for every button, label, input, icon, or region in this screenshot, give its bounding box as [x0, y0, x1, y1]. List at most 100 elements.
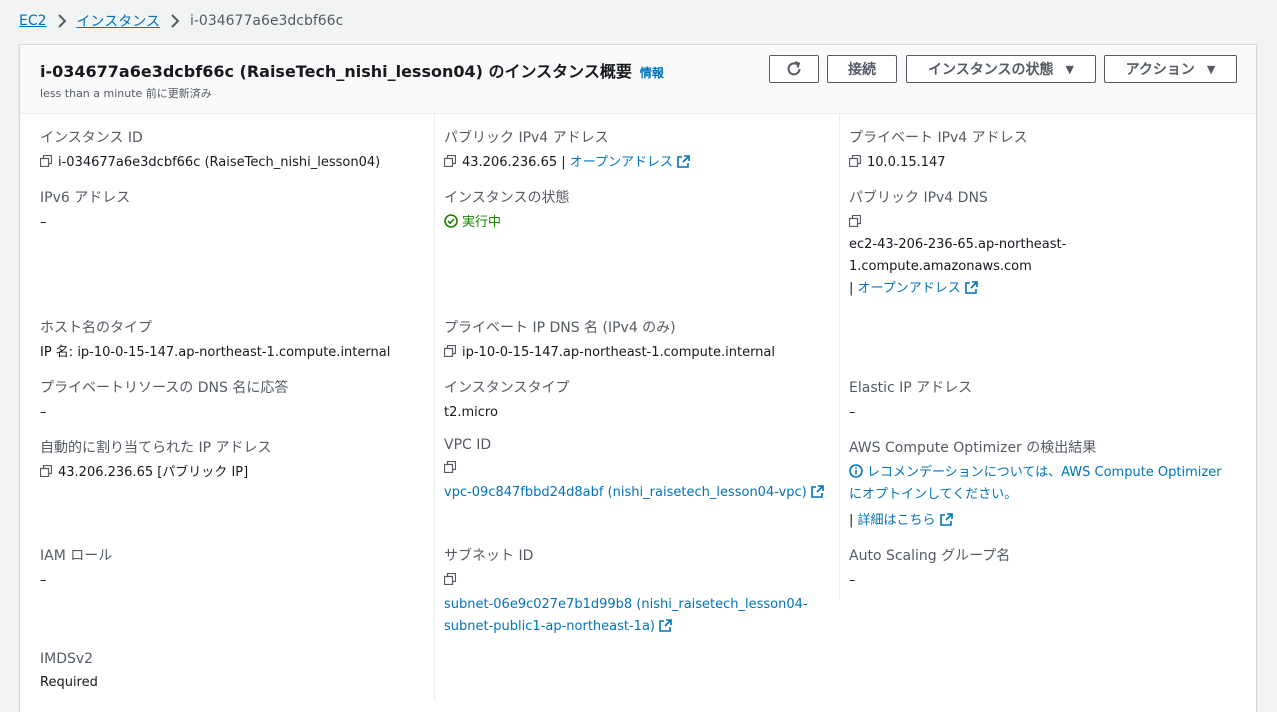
field-value: 10.0.15.147: [849, 152, 1028, 174]
separator: |: [849, 513, 858, 528]
field-value: 43.206.236.65 | オープンアドレス: [444, 152, 690, 174]
copy-icon[interactable]: [849, 215, 861, 227]
copy-icon[interactable]: [40, 465, 52, 477]
external-link-icon[interactable]: [810, 485, 824, 498]
detail-public-ipv4: パブリック IPv4 アドレス 43.206.236.65 | オープンアドレス: [444, 127, 690, 174]
field-value: ip-10-0-15-147.ap-northeast-1.compute.in…: [444, 342, 775, 364]
instance-state-dropdown-label: インスタンスの状態: [928, 62, 1054, 78]
last-updated-text: less than a minute 前に更新済み: [40, 87, 212, 100]
detail-private-ipv4: プライベート IPv4 アドレス 10.0.15.147: [849, 127, 1028, 174]
private-dns-value: ip-10-0-15-147.ap-northeast-1.compute.in…: [462, 345, 776, 360]
field-value: subnet-06e9c027e7b1d99b8 (nishi_raisetec…: [444, 570, 808, 638]
open-address-link[interactable]: オープンアドレス: [858, 281, 961, 296]
detail-private-resource-dns: プライベートリソースの DNS 名に応答 –: [40, 377, 288, 424]
field-label: VPC ID: [444, 437, 492, 453]
field-label: パブリック IPv4 DNS: [849, 190, 988, 206]
field-label: ホスト名のタイプ: [40, 320, 152, 336]
panel-header: i-034677a6e3dcbf66c (RaiseTech_nishi_les…: [20, 45, 1256, 114]
field-value: vpc-09c847fbbd24d8abf (nishi_raisetech_l…: [444, 458, 824, 504]
caret-down-icon: ▼: [1206, 62, 1216, 76]
detail-iam-role: IAM ロール –: [40, 545, 112, 592]
detail-public-dns: パブリック IPv4 DNS ec2-43-206-236-65.ap-nort…: [849, 187, 1249, 300]
page-title-text: i-034677a6e3dcbf66c (RaiseTech_nishi_les…: [40, 62, 632, 81]
field-label: 自動的に割り当てられた IP アドレス: [40, 440, 272, 456]
separator: |: [557, 155, 570, 170]
refresh-icon: [787, 61, 801, 76]
detail-auto-ip: 自動的に割り当てられた IP アドレス 43.206.236.65 [パブリック…: [40, 437, 271, 484]
chevron-right-icon: [57, 14, 67, 28]
breadcrumb-instances[interactable]: インスタンス: [77, 11, 160, 31]
external-link-icon[interactable]: [964, 281, 978, 294]
external-link-icon[interactable]: [659, 619, 672, 632]
detail-vpc-id: VPC ID vpc-09c847fbbd24d8abf (nishi_rais…: [444, 437, 824, 504]
detail-subnet-id: サブネット ID subnet-06e9c027e7b1d99b8 (nishi…: [444, 545, 808, 638]
column-divider: [839, 114, 840, 601]
detail-instance-type: インスタンスタイプ t2.micro: [444, 377, 569, 424]
subnet-id-link-line1[interactable]: subnet-06e9c027e7b1d99b8 (nishi_raisetec…: [444, 597, 808, 612]
field-label: プライベートリソースの DNS 名に応答: [40, 380, 289, 396]
refresh-button[interactable]: [769, 55, 819, 83]
field-value: ec2-43-206-236-65.ap-northeast- 1.comput…: [849, 212, 1249, 300]
copy-icon[interactable]: [444, 573, 456, 585]
detail-instance-state: インスタンスの状態 実行中: [444, 187, 569, 234]
instance-id-value: i-034677a6e3dcbf66c (RaiseTech_nishi_les…: [58, 155, 381, 170]
elastic-ip-value: –: [849, 405, 856, 420]
detail-ipv6: IPv6 アドレス –: [40, 187, 130, 234]
copy-icon[interactable]: [444, 345, 456, 357]
chevron-right-icon: [170, 14, 180, 28]
field-label: IMDSv2: [40, 651, 94, 667]
auto-ip-value: 43.206.236.65 [パブリック IP]: [58, 465, 249, 480]
breadcrumb-ec2[interactable]: EC2: [19, 13, 47, 29]
external-link-icon[interactable]: [939, 513, 953, 526]
field-value: i-034677a6e3dcbf66c (RaiseTech_nishi_les…: [40, 152, 380, 174]
private-ipv4-value: 10.0.15.147: [867, 155, 946, 170]
optimizer-text-line1[interactable]: レコメンデーションについては、AWS Compute Optimizer: [867, 465, 1222, 480]
field-value: レコメンデーションについては、AWS Compute Optimizer にオプ…: [849, 462, 1249, 532]
learn-more-link[interactable]: 詳細はこちら: [858, 513, 936, 528]
optimizer-text-line2[interactable]: にオプトインしてください。: [849, 484, 1249, 506]
detail-elastic-ip: Elastic IP アドレス –: [849, 377, 972, 424]
detail-asg: Auto Scaling グループ名 –: [849, 545, 1010, 592]
iam-role-value: –: [40, 573, 47, 588]
field-value: 実行中: [444, 212, 569, 234]
instance-summary-panel: i-034677a6e3dcbf66c (RaiseTech_nishi_les…: [19, 44, 1257, 712]
copy-icon[interactable]: [849, 155, 861, 167]
page-title: i-034677a6e3dcbf66c (RaiseTech_nishi_les…: [40, 58, 664, 82]
vpc-id-link[interactable]: vpc-09c847fbbd24d8abf (nishi_raisetech_l…: [444, 485, 807, 500]
field-label: インスタンス ID: [40, 130, 143, 146]
public-dns-line1: ec2-43-206-236-65.ap-northeast-: [849, 237, 1067, 252]
ipv6-value: –: [40, 215, 47, 230]
caret-down-icon: ▼: [1065, 62, 1074, 76]
info-link[interactable]: 情報: [640, 64, 664, 81]
breadcrumb-current: i-034677a6e3dcbf66c: [189, 13, 344, 29]
actions-dropdown[interactable]: アクション ▼: [1104, 55, 1237, 83]
instance-state-dropdown[interactable]: インスタンスの状態 ▼: [906, 55, 1096, 83]
detail-private-dns: プライベート IP DNS 名 (IPv4 のみ) ip-10-0-15-147…: [444, 317, 775, 364]
detail-hostname-type: ホスト名のタイプ IP 名: ip-10-0-15-147.ap-northea…: [40, 317, 390, 364]
field-label: AWS Compute Optimizer の検出結果: [849, 440, 1097, 456]
external-link-icon[interactable]: [677, 155, 690, 168]
copy-icon[interactable]: [40, 155, 52, 167]
field-label: サブネット ID: [444, 548, 534, 564]
instance-type-value: t2.micro: [444, 405, 498, 420]
connect-button[interactable]: 接続: [827, 55, 897, 83]
column-divider: [434, 114, 435, 701]
field-label: IPv6 アドレス: [40, 190, 131, 206]
public-dns-line2: 1.compute.amazonaws.com: [849, 259, 1032, 274]
open-address-link[interactable]: オープンアドレス: [570, 155, 673, 170]
copy-icon[interactable]: [444, 155, 456, 167]
asg-value: –: [849, 573, 856, 588]
field-label: Elastic IP アドレス: [849, 380, 973, 396]
subnet-id-link-line2[interactable]: subnet-public1-ap-northeast-1a): [444, 619, 655, 634]
field-label: プライベート IP DNS 名 (IPv4 のみ): [444, 320, 676, 336]
detail-imdsv2: IMDSv2 Required: [40, 651, 98, 694]
detail-compute-optimizer: AWS Compute Optimizer の検出結果 レコメンデーションについ…: [849, 437, 1249, 532]
private-resource-dns-value: –: [40, 405, 47, 420]
field-label: パブリック IPv4 アドレス: [444, 130, 609, 146]
actions-dropdown-label: アクション: [1125, 62, 1195, 78]
public-ipv4-value: 43.206.236.65: [462, 155, 558, 170]
instance-state-value: 実行中: [462, 215, 502, 230]
copy-icon[interactable]: [444, 461, 456, 473]
breadcrumb: EC2 インスタンス i-034677a6e3dcbf66c: [19, 10, 343, 32]
detail-instance-id: インスタンス ID i-034677a6e3dcbf66c (RaiseTech…: [40, 127, 380, 174]
